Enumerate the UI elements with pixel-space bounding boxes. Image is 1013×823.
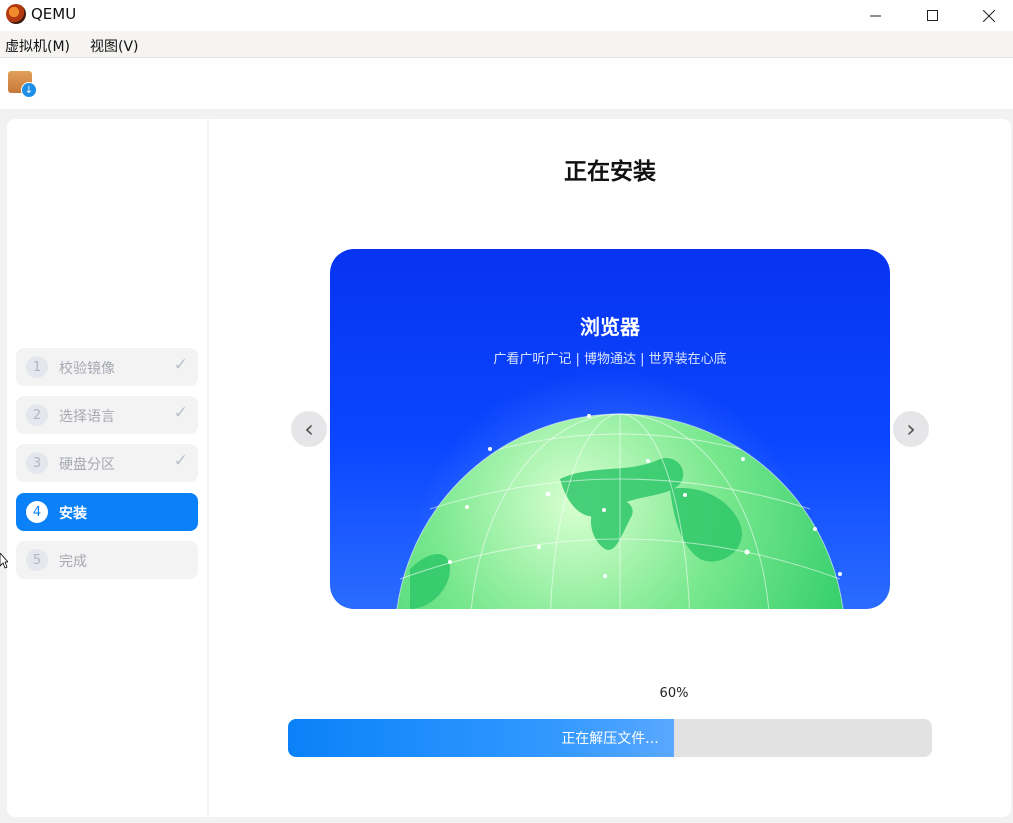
step-label: 安装 (59, 506, 87, 522)
step-number: 4 (26, 501, 48, 523)
chevron-right-icon: › (906, 415, 916, 443)
close-button[interactable] (966, 0, 1012, 31)
slide-title: 浏览器 (580, 315, 640, 339)
progress-status: 正在解压文件... (561, 731, 659, 747)
qemu-app-icon (6, 4, 26, 24)
minimize-button[interactable] (852, 0, 898, 31)
maximize-icon (926, 10, 938, 21)
toolbar: ↓ (0, 59, 1013, 109)
title-bar: QEMU (0, 0, 1013, 31)
menu-bar: 虚拟机(M) 视图(V) (0, 31, 1013, 58)
step-number: 5 (26, 549, 48, 571)
step-install: 4 安装 (16, 493, 198, 531)
step-label: 选择语言 (59, 409, 115, 425)
next-slide-button[interactable]: › (893, 411, 929, 447)
check-icon: ✓ (173, 355, 188, 375)
check-icon: ✓ (173, 451, 188, 471)
package-download-icon[interactable]: ↓ (8, 69, 37, 98)
step-disk-partition: 3 硬盘分区 ✓ (16, 444, 198, 482)
step-label: 硬盘分区 (59, 457, 115, 473)
progress-percent: 60% (659, 686, 689, 701)
menu-virtual-machine[interactable]: 虚拟机(M) (5, 36, 70, 56)
step-label: 完成 (59, 554, 87, 570)
slide-subtitle: 广看广听广记 | 博物通达 | 世界装在心底 (493, 352, 727, 367)
window-title: QEMU (31, 5, 77, 23)
step-select-language: 2 选择语言 ✓ (16, 396, 198, 434)
minimize-icon (869, 15, 881, 17)
step-number: 3 (26, 452, 48, 474)
step-verify-image: 1 校验镜像 ✓ (16, 348, 198, 386)
page-title: 正在安装 (564, 159, 656, 185)
progress-bar: 正在解压文件... (288, 719, 932, 757)
chevron-left-icon: ‹ (304, 415, 314, 443)
menu-view[interactable]: 视图(V) (90, 36, 139, 56)
step-finish: 5 完成 (16, 541, 198, 579)
mouse-cursor-icon (0, 553, 8, 569)
previous-slide-button[interactable]: ‹ (291, 411, 327, 447)
check-icon: ✓ (173, 403, 188, 423)
maximize-button[interactable] (909, 0, 955, 31)
step-label: 校验镜像 (59, 361, 115, 377)
download-arrow-icon: ↓ (21, 82, 37, 98)
step-number: 1 (26, 356, 48, 378)
step-number: 2 (26, 404, 48, 426)
slideshow-image: 浏览器 广看广听广记 | 博物通达 | 世界装在心底 (330, 249, 890, 609)
globe-illustration (396, 413, 844, 609)
close-icon (983, 9, 995, 22)
